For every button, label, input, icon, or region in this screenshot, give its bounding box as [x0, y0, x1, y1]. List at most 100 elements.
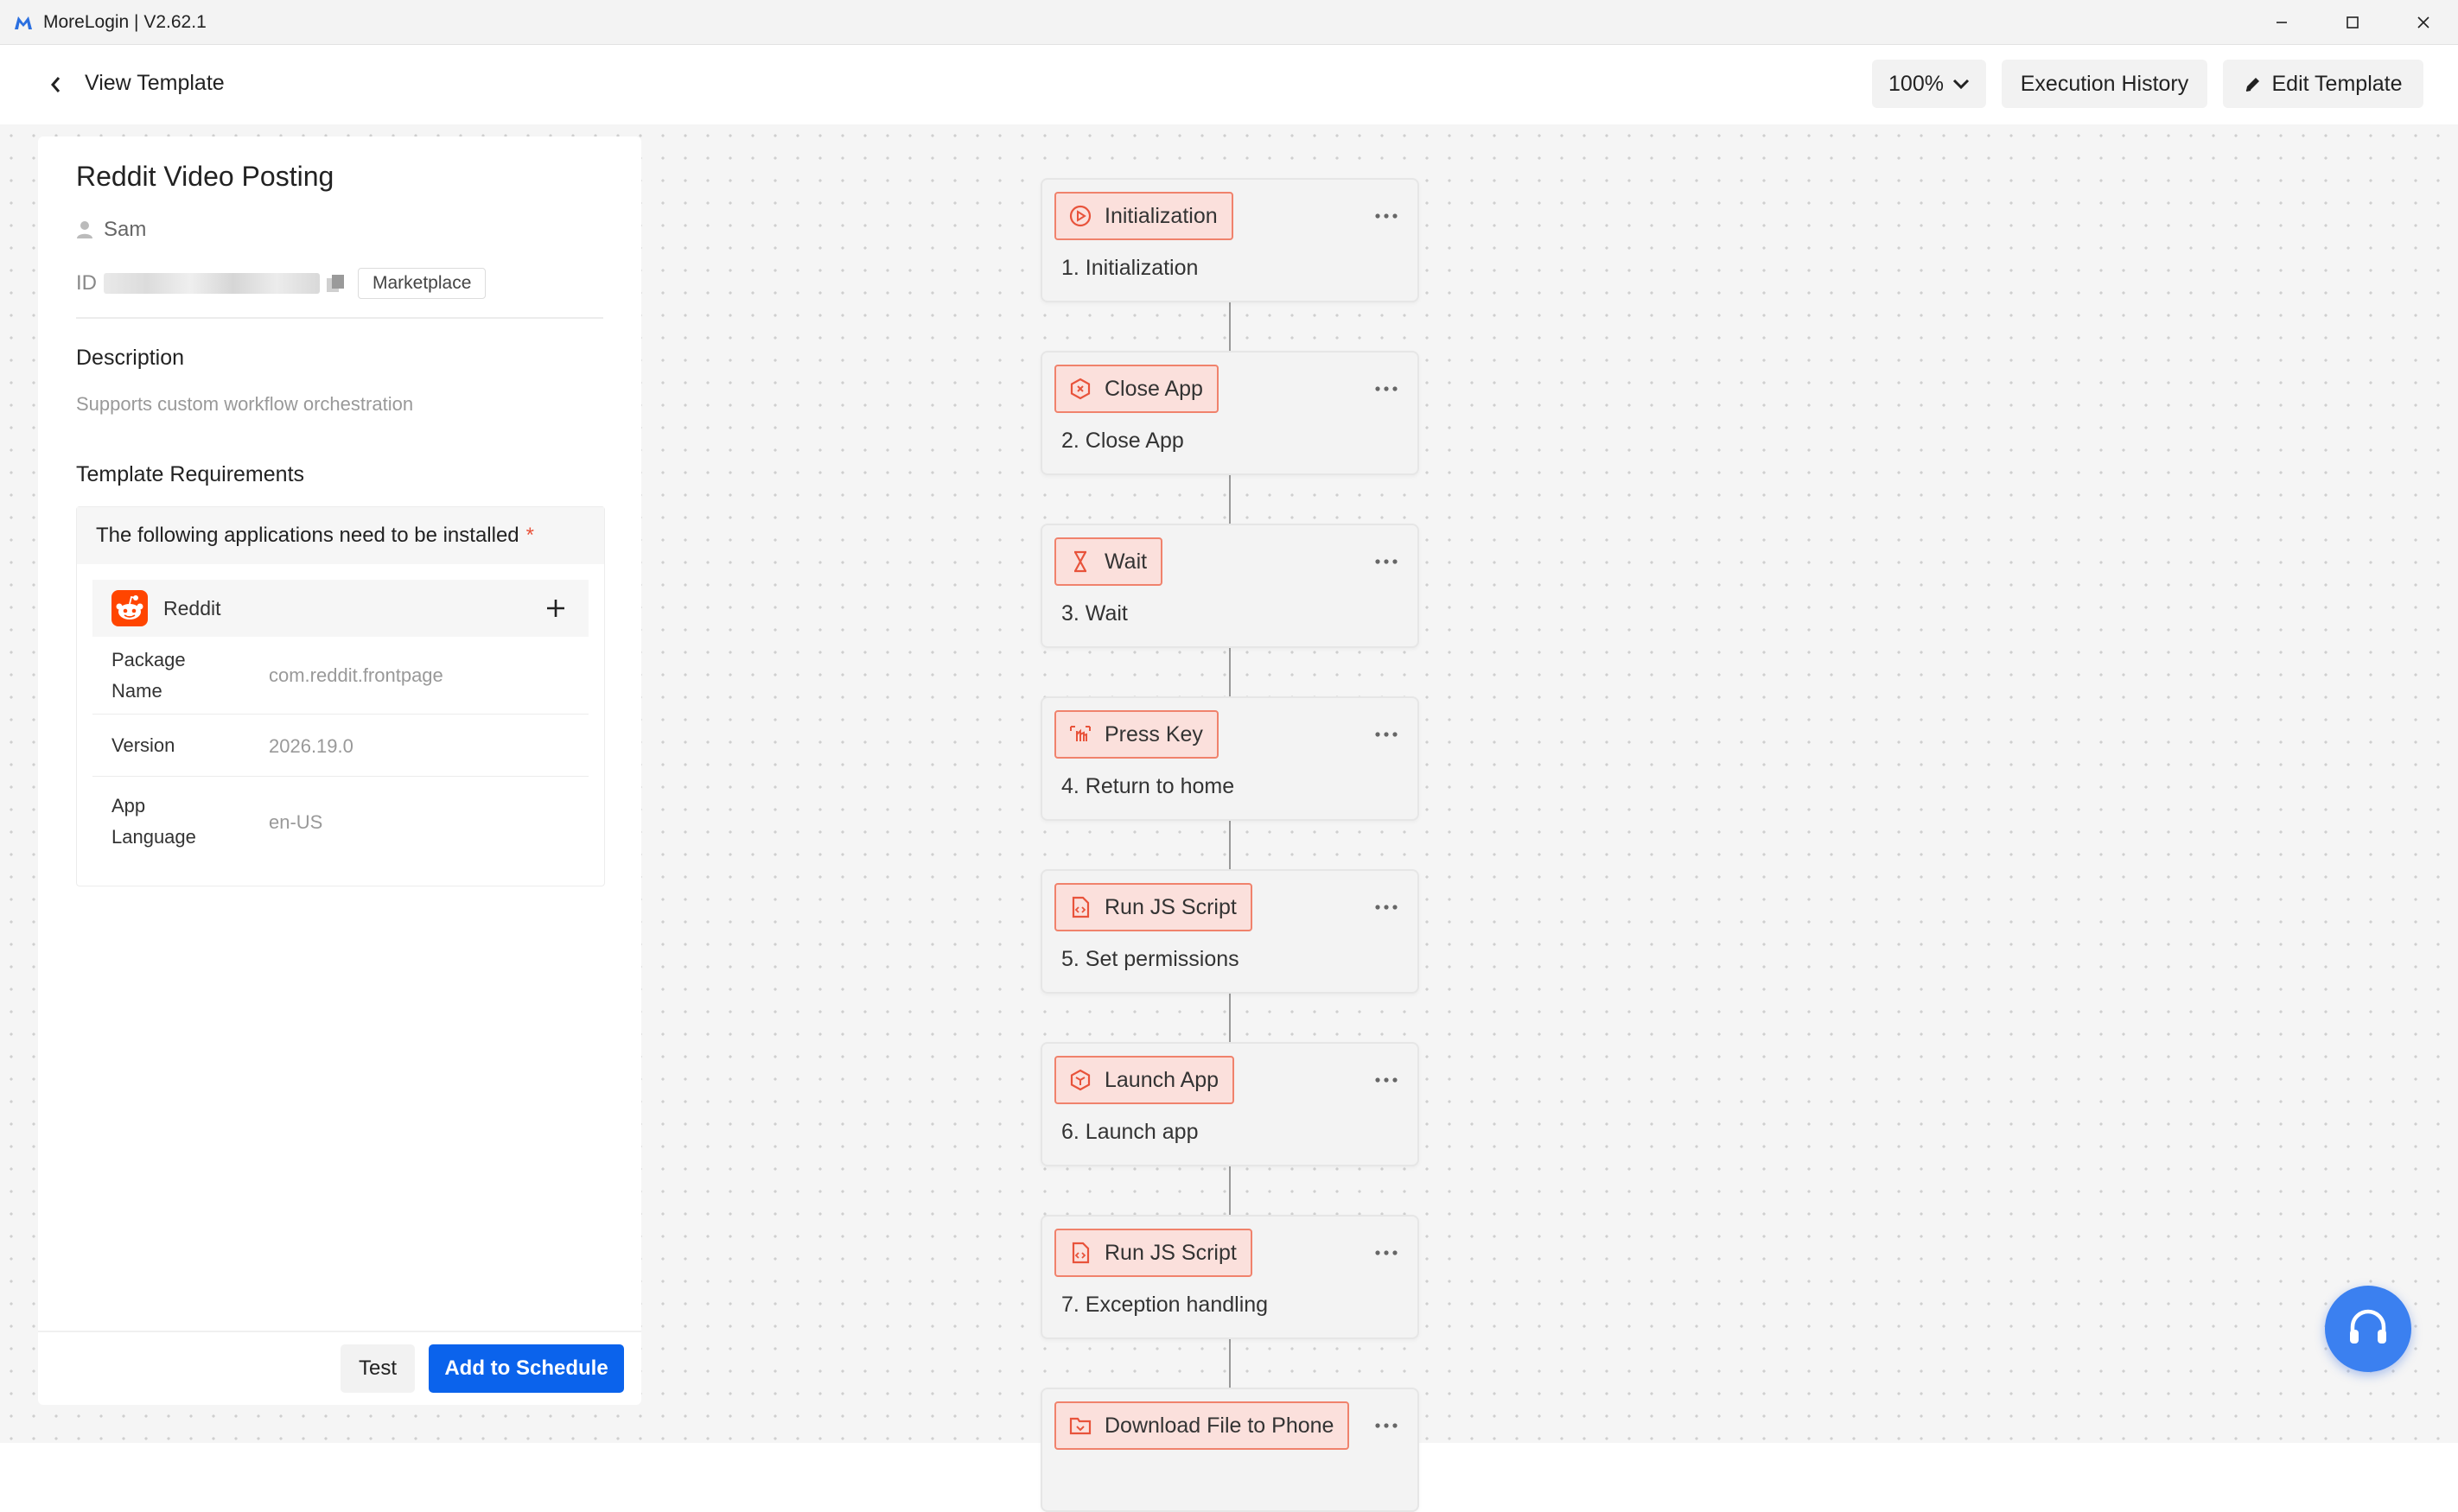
page-header: View Template 100% Execution History Edi…	[0, 45, 2458, 124]
script-file-icon	[1072, 1242, 1090, 1264]
flow-connector	[1229, 475, 1231, 525]
workflow-step[interactable]: Initialization 1. Initialization	[1041, 178, 1419, 302]
flow-connector	[1229, 648, 1231, 698]
footer-divider	[38, 1331, 641, 1332]
workflow-step[interactable]: Run JS Script 5. Set permissions	[1041, 869, 1419, 994]
flow-connector	[1229, 994, 1231, 1044]
package-name-row: Package Name com.reddit.frontpage	[92, 637, 589, 715]
execution-history-label: Execution History	[2020, 71, 2189, 96]
play-circle-icon	[1069, 205, 1092, 227]
step-type-chip: Launch App	[1054, 1056, 1235, 1104]
close-app-icon	[1070, 378, 1091, 400]
flow-connector	[1229, 1339, 1231, 1389]
minimize-button[interactable]	[2247, 0, 2316, 45]
more-options-icon[interactable]	[1372, 1417, 1400, 1434]
requirements-note: The following applications need to be in…	[77, 507, 604, 564]
zoom-select[interactable]: 100%	[1872, 60, 1986, 108]
workflow-step[interactable]: Wait 3. Wait	[1041, 524, 1419, 648]
version-value: 2026.19.0	[269, 735, 353, 757]
window-titlebar: MoreLogin | V2.62.1	[0, 0, 2458, 45]
step-label: 6. Launch app	[1061, 1120, 1199, 1144]
id-label: ID	[76, 271, 97, 295]
script-file-icon	[1072, 896, 1090, 918]
more-options-icon[interactable]	[1372, 380, 1400, 397]
package-name-label: Package Name	[111, 649, 186, 702]
plus-icon[interactable]	[542, 594, 570, 622]
step-label: 4. Return to home	[1061, 774, 1235, 798]
workflow-step[interactable]: Launch App 6. Launch app	[1041, 1042, 1419, 1166]
step-type-chip: Wait	[1054, 537, 1163, 586]
package-name-value: com.reddit.frontpage	[269, 664, 443, 686]
step-label: 3. Wait	[1061, 601, 1128, 626]
step-type-chip: Run JS Script	[1054, 1229, 1252, 1277]
flow-connector	[1229, 1166, 1231, 1217]
page-title: View Template	[85, 71, 225, 95]
chevron-down-icon	[1952, 79, 1970, 90]
description-text: Supports custom workflow orchestration	[76, 393, 414, 415]
flow-connector	[1229, 821, 1231, 871]
required-mark: *	[525, 524, 534, 547]
app-name: Reddit	[163, 596, 221, 619]
app-language-label: App Language	[111, 795, 196, 848]
step-type-chip: Close App	[1054, 365, 1219, 413]
step-type: Download File to Phone	[1105, 1413, 1334, 1438]
step-label: 5. Set permissions	[1061, 947, 1239, 971]
window-title: MoreLogin | V2.62.1	[43, 12, 207, 32]
zoom-value: 100%	[1888, 71, 1944, 96]
back-button[interactable]	[41, 69, 69, 100]
edit-template-button[interactable]: Edit Template	[2223, 60, 2423, 108]
template-details-panel: Reddit Video Posting Sam ID Marketplace …	[38, 137, 641, 1405]
template-id-row: ID Marketplace	[76, 268, 487, 299]
copy-icon[interactable]	[325, 273, 347, 294]
step-label: 7. Exception handling	[1061, 1293, 1269, 1317]
step-type-chip: Initialization	[1054, 192, 1233, 240]
step-type: Press Key	[1105, 721, 1203, 746]
edit-template-label: Edit Template	[2271, 71, 2403, 96]
step-type: Run JS Script	[1105, 1240, 1237, 1265]
requirements-box: The following applications need to be in…	[76, 506, 605, 886]
template-title: Reddit Video Posting	[76, 161, 334, 192]
step-label: 2. Close App	[1061, 429, 1184, 453]
workflow-step[interactable]: Press Key 4. Return to home	[1041, 696, 1419, 821]
hourglass-icon	[1074, 550, 1086, 573]
test-button[interactable]: Test	[341, 1344, 415, 1393]
minimize-icon	[2277, 22, 2287, 23]
user-icon	[77, 221, 92, 238]
chevron-left-icon	[51, 77, 60, 92]
support-chat-button[interactable]	[2325, 1286, 2411, 1372]
download-folder-icon	[1069, 1417, 1092, 1435]
more-options-icon[interactable]	[1372, 553, 1400, 570]
add-to-schedule-button[interactable]: Add to Schedule	[429, 1344, 624, 1393]
close-icon	[2417, 16, 2429, 29]
step-type: Launch App	[1105, 1067, 1219, 1092]
step-type: Wait	[1105, 549, 1148, 574]
maximize-icon	[2347, 16, 2359, 29]
execution-history-button[interactable]: Execution History	[2002, 60, 2207, 108]
app-language-value: en-US	[269, 811, 323, 833]
workflow-step[interactable]: Run JS Script 7. Exception handling	[1041, 1215, 1419, 1339]
required-app-row: Reddit	[92, 580, 589, 637]
step-label: 1. Initialization	[1061, 256, 1199, 280]
more-options-icon[interactable]	[1372, 899, 1400, 916]
step-type-chip: Press Key	[1054, 710, 1219, 759]
source-tag: Marketplace	[358, 268, 487, 299]
pencil-icon	[2246, 78, 2260, 92]
more-options-icon[interactable]	[1372, 1244, 1400, 1261]
maximize-button[interactable]	[2318, 0, 2387, 45]
more-options-icon[interactable]	[1372, 726, 1400, 743]
headset-icon	[2350, 1309, 2386, 1344]
workflow-step[interactable]: Download File to Phone	[1041, 1388, 1419, 1512]
step-type: Close App	[1105, 376, 1203, 401]
morelogin-logo-icon	[15, 16, 32, 29]
app-language-row: App Language en-US	[92, 777, 589, 872]
close-window-button[interactable]	[2389, 0, 2458, 45]
author-row: Sam	[76, 218, 146, 242]
more-options-icon[interactable]	[1372, 1071, 1400, 1089]
step-type: Initialization	[1105, 203, 1218, 228]
description-heading: Description	[76, 346, 185, 370]
reddit-logo-icon	[111, 590, 148, 626]
divider	[76, 317, 603, 319]
requirements-heading: Template Requirements	[76, 462, 305, 486]
more-options-icon[interactable]	[1372, 207, 1400, 225]
workflow-step[interactable]: Close App 2. Close App	[1041, 351, 1419, 475]
